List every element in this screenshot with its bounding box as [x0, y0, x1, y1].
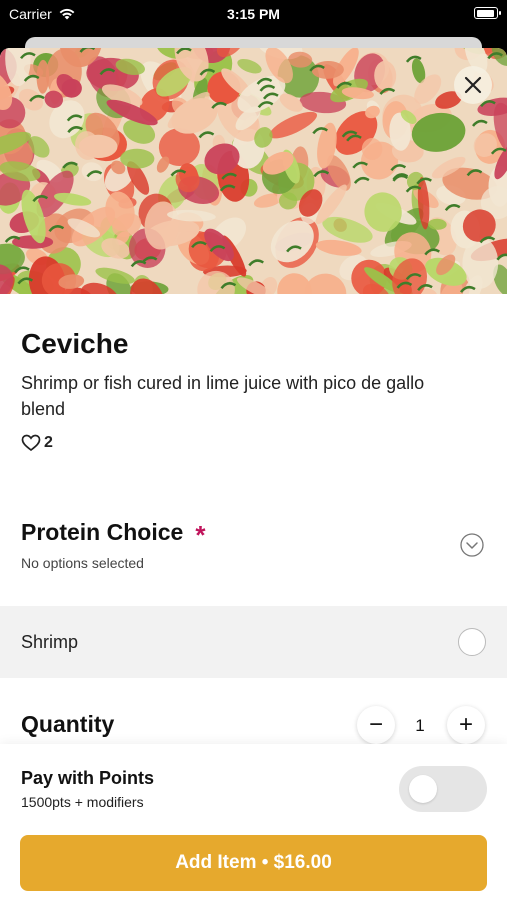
status-time: 3:15 PM — [227, 6, 280, 22]
protein-choice-status: No options selected — [21, 555, 144, 571]
close-icon — [464, 76, 482, 94]
quantity-increase-button[interactable]: + — [447, 706, 485, 744]
toggle-knob — [409, 775, 437, 803]
quantity-value: 1 — [415, 716, 425, 735]
required-mark: * — [195, 519, 206, 550]
chevron-down-icon[interactable] — [460, 533, 484, 557]
pay-with-points-subtitle: 1500pts + modifiers — [21, 794, 144, 810]
item-photo — [0, 48, 507, 294]
item-detail-sheet: Ceviche Shrimp or fish cured in lime jui… — [0, 48, 507, 900]
option-radio[interactable] — [458, 628, 486, 656]
checkout-panel: Pay with Points 1500pts + modifiers Add … — [0, 744, 507, 900]
quantity-title: Quantity — [21, 711, 115, 737]
minus-icon: − — [368, 711, 383, 738]
add-item-button[interactable]: Add Item • $16.00 — [20, 835, 487, 891]
item-description: Shrimp or fish cured in lime juice with … — [21, 373, 425, 419]
status-bar: Carrier 3:15 PM — [0, 0, 507, 30]
heart-icon — [21, 434, 41, 452]
pay-with-points-title: Pay with Points — [21, 768, 155, 788]
item-title: Ceviche — [21, 328, 129, 359]
pay-with-points-toggle[interactable] — [399, 766, 487, 812]
protein-choice-header[interactable]: Protein Choice * — [21, 519, 206, 550]
quantity-decrease-button[interactable]: − — [357, 706, 395, 744]
likes[interactable]: 2 — [21, 434, 53, 452]
likes-count: 2 — [44, 434, 53, 451]
plus-icon: + — [458, 711, 473, 738]
protein-choice-title: Protein Choice — [21, 519, 184, 545]
option-row-shrimp[interactable]: Shrimp — [0, 606, 507, 678]
battery-icon — [474, 7, 501, 19]
close-button[interactable] — [454, 66, 492, 104]
option-label: Shrimp — [21, 632, 79, 652]
